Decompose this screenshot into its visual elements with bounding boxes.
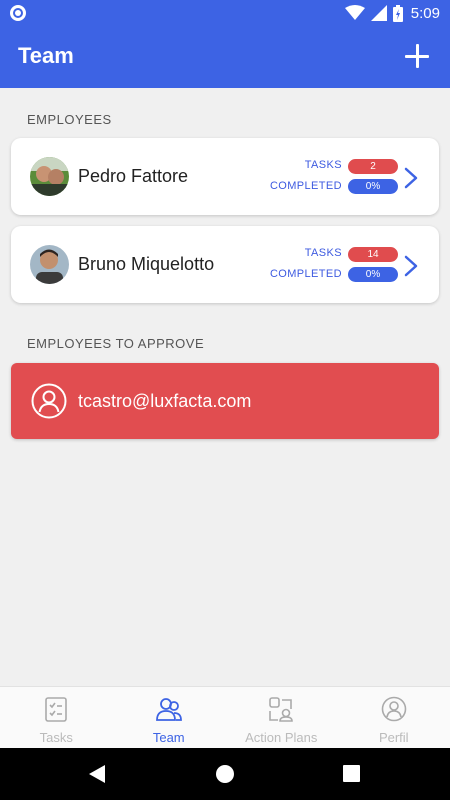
nav-label-team: Team <box>152 730 185 745</box>
tasks-label: TASKS <box>304 247 342 259</box>
bottom-navigation: Tasks Team Action Plans Perfil <box>0 686 450 748</box>
recents-icon[interactable] <box>343 765 360 782</box>
employee-name: Bruno Miquelotto <box>78 254 215 274</box>
wifi-icon <box>344 5 365 20</box>
checklist-icon <box>45 697 68 722</box>
add-employee-button[interactable] <box>402 40 434 72</box>
nav-item-team[interactable]: Team <box>113 687 226 748</box>
employee-name: Pedro Fattore <box>78 166 189 186</box>
app-bar: Team <box>0 26 450 88</box>
tasks-label: TASKS <box>304 159 342 171</box>
section-header-employees: EMPLOYEES <box>27 112 112 127</box>
completed-badge: 0% <box>348 179 398 194</box>
completed-label: COMPLETED <box>269 180 342 192</box>
avatar <box>30 157 69 196</box>
chevron-right-icon <box>404 255 418 277</box>
user-circle-icon <box>31 383 67 419</box>
completed-badge: 0% <box>348 267 398 282</box>
team-icon <box>155 698 182 721</box>
nav-label-perfil: Perfil <box>378 730 409 745</box>
nav-label-tasks: Tasks <box>39 730 73 745</box>
nav-label-action-plans: Action Plans <box>245 730 318 745</box>
tasks-count-badge: 2 <box>348 159 398 174</box>
system-navigation-bar <box>0 748 450 800</box>
chevron-right-icon <box>404 167 418 189</box>
home-icon[interactable] <box>215 764 235 784</box>
signal-icon <box>370 5 387 21</box>
section-header-to-approve: EMPLOYEES TO APPROVE <box>27 336 205 351</box>
pending-employee-card[interactable]: tcastro@luxfacta.com <box>11 363 439 439</box>
profile-icon <box>381 696 407 722</box>
avatar <box>30 245 69 284</box>
completed-label: COMPLETED <box>269 268 342 280</box>
nav-item-tasks[interactable]: Tasks <box>0 687 113 748</box>
nav-item-perfil[interactable]: Perfil <box>338 687 450 748</box>
nav-item-action-plans[interactable]: Action Plans <box>225 687 338 748</box>
action-plans-icon <box>269 697 294 722</box>
status-icons: 5:09 <box>344 3 440 23</box>
status-bar: 5:09 <box>0 0 450 26</box>
tasks-count-badge: 14 <box>348 247 398 262</box>
back-icon[interactable] <box>88 764 106 784</box>
clock: 5:09 <box>410 4 440 22</box>
pending-employee-email: tcastro@luxfacta.com <box>78 391 252 411</box>
employee-card[interactable]: Bruno Miquelotto TASKS 14 COMPLETED 0% <box>11 226 439 303</box>
page-title: Team <box>18 43 74 68</box>
employee-card[interactable]: Pedro Fattore TASKS 2 COMPLETED 0% <box>11 138 439 215</box>
battery-icon <box>392 4 403 22</box>
notification-dot-icon <box>10 5 26 21</box>
